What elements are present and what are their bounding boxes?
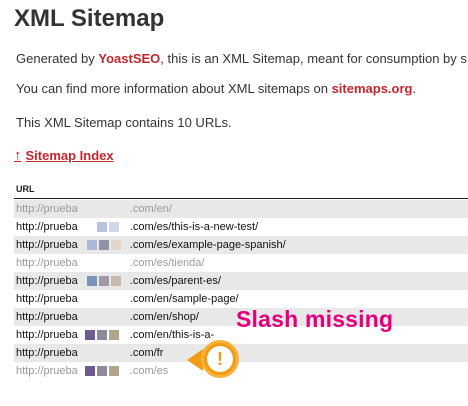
redacted-domain — [79, 202, 130, 216]
intro-text: Generated by YoastSEO, this is an XML Si… — [16, 51, 467, 66]
redacted-domain — [79, 256, 130, 270]
url-suffix: .com/en/sample-page/ — [129, 293, 239, 305]
url-prefix: http://prueba — [16, 221, 78, 233]
redacted-domain — [79, 346, 130, 360]
warning-badge: ! — [187, 340, 259, 380]
yoastseo-link[interactable]: YoastSEO — [98, 51, 160, 66]
url-prefix: http://prueba — [16, 347, 78, 359]
intro-prefix: Generated by — [16, 51, 99, 66]
url-prefix: http://prueba — [16, 365, 78, 377]
header-divider — [14, 198, 468, 199]
warning-icon: ! — [201, 340, 239, 378]
url-suffix: .com/en/shop/ — [129, 311, 199, 323]
table-row[interactable]: http://prueba .com/es/this-is-a-new-test/ — [14, 218, 468, 236]
url-suffix: .com/es/tienda/ — [129, 257, 205, 269]
url-suffix: .com/fr — [129, 347, 164, 359]
sitemap-index-label: Sitemap Index — [25, 148, 114, 163]
url-prefix: http://prueba — [16, 275, 78, 287]
exclamation-glyph: ! — [207, 346, 233, 372]
url-suffix: .com/es/parent-es/ — [129, 275, 221, 287]
redacted-domain — [79, 238, 130, 252]
url-prefix: http://prueba — [16, 329, 78, 341]
table-row[interactable]: http://prueba .com/es/example-page-spanis… — [14, 236, 468, 254]
redacted-domain — [79, 274, 130, 288]
redacted-domain — [79, 328, 130, 342]
table-row[interactable]: http://prueba .com/es/parent-es/ — [14, 272, 468, 290]
url-count-text: This XML Sitemap contains 10 URLs. — [16, 115, 232, 130]
table-row[interactable]: http://prueba .com/en/ — [14, 200, 468, 218]
redacted-domain — [79, 292, 130, 306]
info-text: You can find more information about XML … — [16, 81, 416, 96]
url-suffix: .com/es/this-is-a-new-test/ — [129, 221, 259, 233]
sitemaps-org-link[interactable]: sitemaps.org — [332, 81, 413, 96]
url-suffix: .com/en/ — [129, 203, 172, 215]
redacted-domain — [79, 364, 130, 378]
url-column-header: URL — [16, 184, 35, 194]
table-row[interactable]: http://prueba .com/es/tienda/ — [14, 254, 468, 272]
url-prefix: http://prueba — [16, 311, 78, 323]
up-arrow-icon: ↑ — [14, 147, 22, 164]
redacted-domain — [79, 220, 130, 234]
intro-suffix: , this is an XML Sitemap, meant for cons… — [160, 51, 467, 66]
sitemap-index-link[interactable]: ↑ Sitemap Index — [14, 147, 114, 164]
url-prefix: http://prueba — [16, 257, 78, 269]
slash-missing-annotation: Slash missing — [236, 306, 394, 332]
url-prefix: http://prueba — [16, 239, 78, 251]
info-suffix: . — [412, 81, 417, 96]
url-suffix: .com/es — [129, 365, 169, 377]
url-prefix: http://prueba — [16, 293, 78, 305]
info-prefix: You can find more information about XML … — [16, 81, 332, 96]
redacted-domain — [79, 310, 130, 324]
url-suffix: .com/es/example-page-spanish/ — [129, 239, 286, 251]
page-title: XML Sitemap — [14, 5, 165, 32]
url-prefix: http://prueba — [16, 203, 78, 215]
